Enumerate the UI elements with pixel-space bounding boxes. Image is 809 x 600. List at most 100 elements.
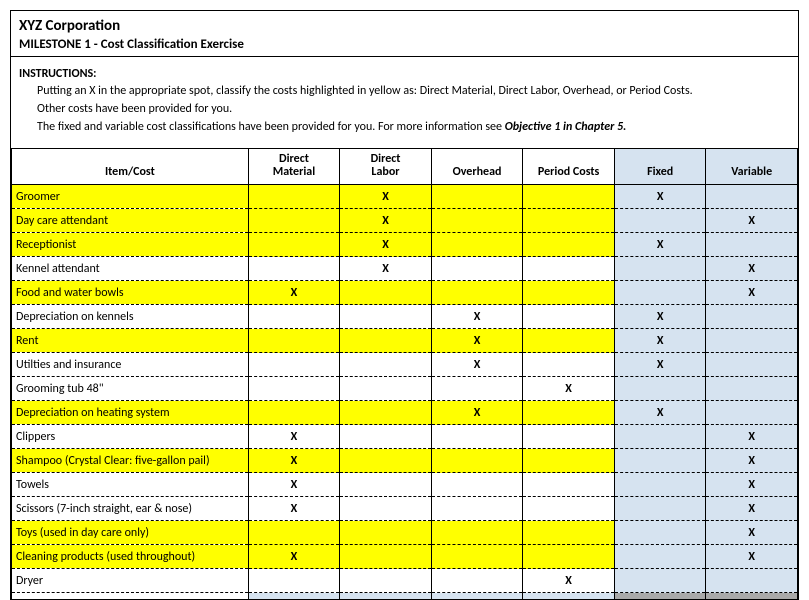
- cell-period-costs[interactable]: [523, 185, 615, 209]
- cell-variable[interactable]: X: [706, 473, 798, 497]
- cell-direct-labor[interactable]: X: [340, 233, 432, 257]
- cell-fixed[interactable]: [614, 473, 706, 497]
- cell-fixed[interactable]: [614, 449, 706, 473]
- cell-overhead[interactable]: [431, 497, 523, 521]
- cell-period-costs[interactable]: [523, 497, 615, 521]
- cell-fixed[interactable]: [614, 281, 706, 305]
- cell-fixed[interactable]: [614, 521, 706, 545]
- cell-direct-labor[interactable]: X: [340, 185, 432, 209]
- cell-direct-material[interactable]: X: [248, 473, 340, 497]
- cell-period-costs[interactable]: [523, 473, 615, 497]
- cell-fixed[interactable]: [614, 569, 706, 593]
- cell-direct-material[interactable]: X: [248, 281, 340, 305]
- cell-direct-material[interactable]: [248, 569, 340, 593]
- cell-overhead[interactable]: [431, 425, 523, 449]
- cell-direct-labor[interactable]: [340, 353, 432, 377]
- cell-overhead[interactable]: X: [431, 329, 523, 353]
- cell-direct-labor[interactable]: [340, 473, 432, 497]
- cell-fixed[interactable]: X: [614, 401, 706, 425]
- cell-period-costs[interactable]: X: [523, 377, 615, 401]
- cell-fixed[interactable]: [614, 497, 706, 521]
- cell-overhead[interactable]: [431, 377, 523, 401]
- cell-period-costs[interactable]: [523, 233, 615, 257]
- cell-fixed[interactable]: X: [614, 305, 706, 329]
- cell-direct-material[interactable]: [248, 329, 340, 353]
- cell-variable[interactable]: [706, 329, 798, 353]
- cell-overhead[interactable]: [431, 473, 523, 497]
- cell-direct-material[interactable]: [248, 233, 340, 257]
- cell-overhead[interactable]: [431, 281, 523, 305]
- cell-direct-material[interactable]: X: [248, 449, 340, 473]
- cell-period-costs[interactable]: [523, 209, 615, 233]
- cell-overhead[interactable]: [431, 449, 523, 473]
- cell-period-costs[interactable]: [523, 545, 615, 569]
- cell-direct-labor[interactable]: [340, 449, 432, 473]
- cell-direct-labor[interactable]: [340, 401, 432, 425]
- cell-variable[interactable]: [706, 353, 798, 377]
- cell-direct-labor[interactable]: [340, 497, 432, 521]
- cell-variable[interactable]: [706, 233, 798, 257]
- cell-period-costs[interactable]: [523, 401, 615, 425]
- cell-fixed[interactable]: X: [614, 233, 706, 257]
- cell-period-costs[interactable]: [523, 281, 615, 305]
- cell-fixed[interactable]: X: [614, 185, 706, 209]
- cell-period-costs[interactable]: [523, 353, 615, 377]
- cell-direct-material[interactable]: [248, 305, 340, 329]
- cell-direct-labor[interactable]: [340, 521, 432, 545]
- cell-period-costs[interactable]: [523, 257, 615, 281]
- cell-variable[interactable]: X: [706, 521, 798, 545]
- cell-fixed[interactable]: [614, 257, 706, 281]
- cell-period-costs[interactable]: [523, 305, 615, 329]
- cell-period-costs[interactable]: [523, 449, 615, 473]
- cell-direct-material[interactable]: [248, 377, 340, 401]
- cell-variable[interactable]: [706, 185, 798, 209]
- cell-variable[interactable]: [706, 305, 798, 329]
- cell-direct-labor[interactable]: [340, 425, 432, 449]
- cell-fixed[interactable]: X: [614, 353, 706, 377]
- cell-variable[interactable]: X: [706, 545, 798, 569]
- cell-direct-labor[interactable]: X: [340, 209, 432, 233]
- cell-fixed[interactable]: [614, 377, 706, 401]
- cell-variable[interactable]: X: [706, 449, 798, 473]
- cell-overhead[interactable]: [431, 209, 523, 233]
- cell-direct-labor[interactable]: X: [340, 257, 432, 281]
- cell-overhead[interactable]: [431, 233, 523, 257]
- cell-variable[interactable]: X: [706, 281, 798, 305]
- cell-fixed[interactable]: [614, 209, 706, 233]
- cell-direct-material[interactable]: [248, 185, 340, 209]
- cell-variable[interactable]: [706, 401, 798, 425]
- cell-direct-material[interactable]: [248, 209, 340, 233]
- cell-direct-material[interactable]: X: [248, 497, 340, 521]
- cell-direct-material[interactable]: [248, 257, 340, 281]
- cell-overhead[interactable]: X: [431, 401, 523, 425]
- cell-overhead[interactable]: [431, 545, 523, 569]
- cell-fixed[interactable]: [614, 545, 706, 569]
- cell-fixed[interactable]: [614, 425, 706, 449]
- cell-variable[interactable]: X: [706, 497, 798, 521]
- cell-period-costs[interactable]: [523, 329, 615, 353]
- cell-overhead[interactable]: X: [431, 353, 523, 377]
- cell-direct-material[interactable]: [248, 353, 340, 377]
- cell-period-costs[interactable]: [523, 425, 615, 449]
- cell-direct-material[interactable]: [248, 521, 340, 545]
- cell-variable[interactable]: X: [706, 257, 798, 281]
- cell-direct-material[interactable]: [248, 401, 340, 425]
- cell-variable[interactable]: X: [706, 209, 798, 233]
- cell-overhead[interactable]: [431, 569, 523, 593]
- cell-direct-labor[interactable]: [340, 329, 432, 353]
- cell-variable[interactable]: [706, 377, 798, 401]
- cell-fixed[interactable]: X: [614, 329, 706, 353]
- cell-overhead[interactable]: X: [431, 305, 523, 329]
- cell-direct-material[interactable]: X: [248, 425, 340, 449]
- cell-direct-labor[interactable]: [340, 377, 432, 401]
- cell-variable[interactable]: X: [706, 425, 798, 449]
- cell-direct-labor[interactable]: [340, 305, 432, 329]
- cell-overhead[interactable]: [431, 257, 523, 281]
- cell-overhead[interactable]: [431, 521, 523, 545]
- cell-direct-labor[interactable]: [340, 569, 432, 593]
- cell-direct-material[interactable]: X: [248, 545, 340, 569]
- cell-direct-labor[interactable]: [340, 281, 432, 305]
- cell-direct-labor[interactable]: [340, 545, 432, 569]
- cell-period-costs[interactable]: [523, 521, 615, 545]
- cell-overhead[interactable]: [431, 185, 523, 209]
